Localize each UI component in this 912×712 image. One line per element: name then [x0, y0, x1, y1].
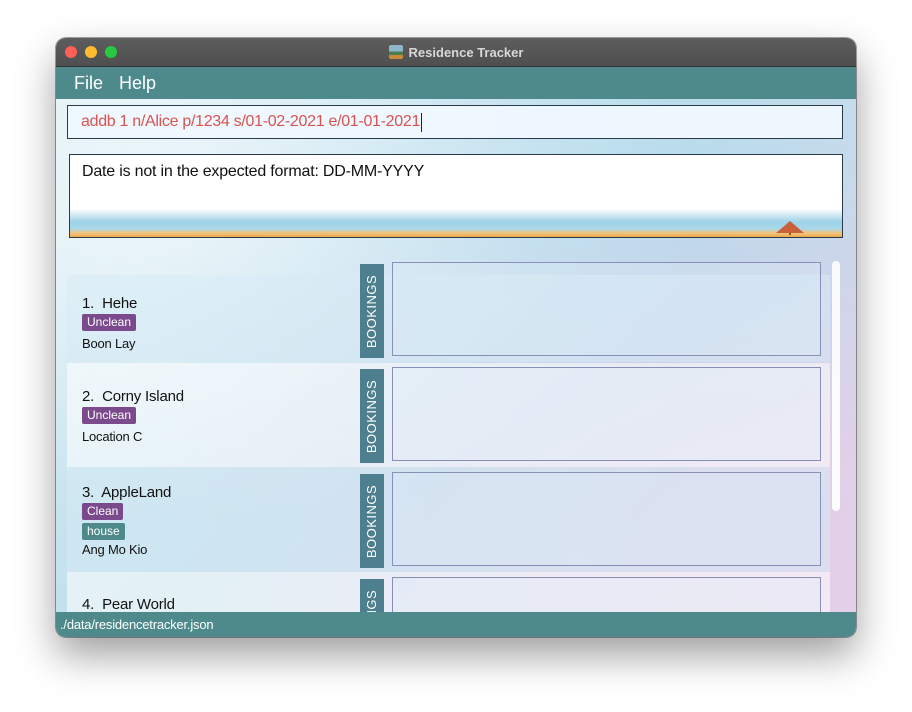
residence-address: Location C: [82, 429, 143, 444]
main-content: addb 1 n/Alice p/1234 s/01-02-2021 e/01-…: [56, 99, 856, 612]
bookings-tab[interactable]: BOOKINGS: [360, 579, 384, 612]
residence-name: 3. AppleLand: [82, 484, 172, 501]
app-window: Residence Tracker File Help addb 1 n/Ali…: [56, 38, 856, 637]
scrollbar-thumb[interactable]: [832, 261, 840, 511]
bookings-tab[interactable]: BOOKINGS: [360, 264, 384, 358]
menu-file[interactable]: File: [74, 73, 103, 94]
residence-address: Boon Lay: [82, 336, 136, 351]
bookings-panel: [392, 367, 821, 461]
residence-name: 2. Corny Island: [82, 388, 184, 405]
bookings-tab[interactable]: BOOKINGS: [360, 474, 384, 568]
bookings-panel: [392, 577, 821, 612]
status-bar: ./data/residencetracker.json: [56, 612, 856, 637]
residence-name: 4. Pear World: [82, 596, 175, 612]
text-caret: [421, 112, 423, 132]
window-title-group: Residence Tracker: [388, 44, 524, 60]
command-text: addb 1 n/Alice p/1234 s/01-02-2021 e/01-…: [81, 113, 421, 130]
data-file-path: ./data/residencetracker.json: [60, 617, 214, 632]
command-input[interactable]: addb 1 n/Alice p/1234 s/01-02-2021 e/01-…: [67, 105, 843, 139]
residence-list[interactable]: 1. Hehe Unclean Boon Lay BOOKINGS 2. Cor…: [67, 261, 843, 612]
bookings-tab[interactable]: BOOKINGS: [360, 369, 384, 463]
window-title: Residence Tracker: [408, 44, 524, 60]
status-tag: Clean: [82, 503, 124, 520]
tag-list: Unclean: [82, 407, 137, 424]
close-window-button[interactable]: [65, 46, 77, 58]
result-display: Date is not in the expected format: DD-M…: [69, 154, 843, 238]
menu-help[interactable]: Help: [119, 73, 156, 94]
maximize-window-button[interactable]: [105, 46, 117, 58]
minimize-window-button[interactable]: [85, 46, 97, 58]
app-icon: [388, 45, 403, 59]
menu-bar: File Help: [56, 67, 856, 99]
status-tag: Unclean: [82, 314, 137, 331]
type-tag: house: [82, 523, 125, 540]
residence-address: Ang Mo Kio: [82, 542, 148, 557]
title-bar: Residence Tracker: [56, 38, 856, 67]
status-tag: Unclean: [82, 407, 137, 424]
bookings-panel: [392, 472, 821, 566]
list-scrollbar[interactable]: [832, 261, 840, 612]
bookings-panel: [392, 262, 821, 356]
tag-list: Clean house: [82, 503, 125, 540]
window-controls: [65, 46, 117, 58]
tag-list: Unclean: [82, 314, 137, 331]
result-message: Date is not in the expected format: DD-M…: [82, 163, 425, 180]
tree-decoration: [776, 221, 804, 233]
residence-name: 1. Hehe: [82, 295, 138, 312]
beach-illustration: [70, 209, 842, 237]
